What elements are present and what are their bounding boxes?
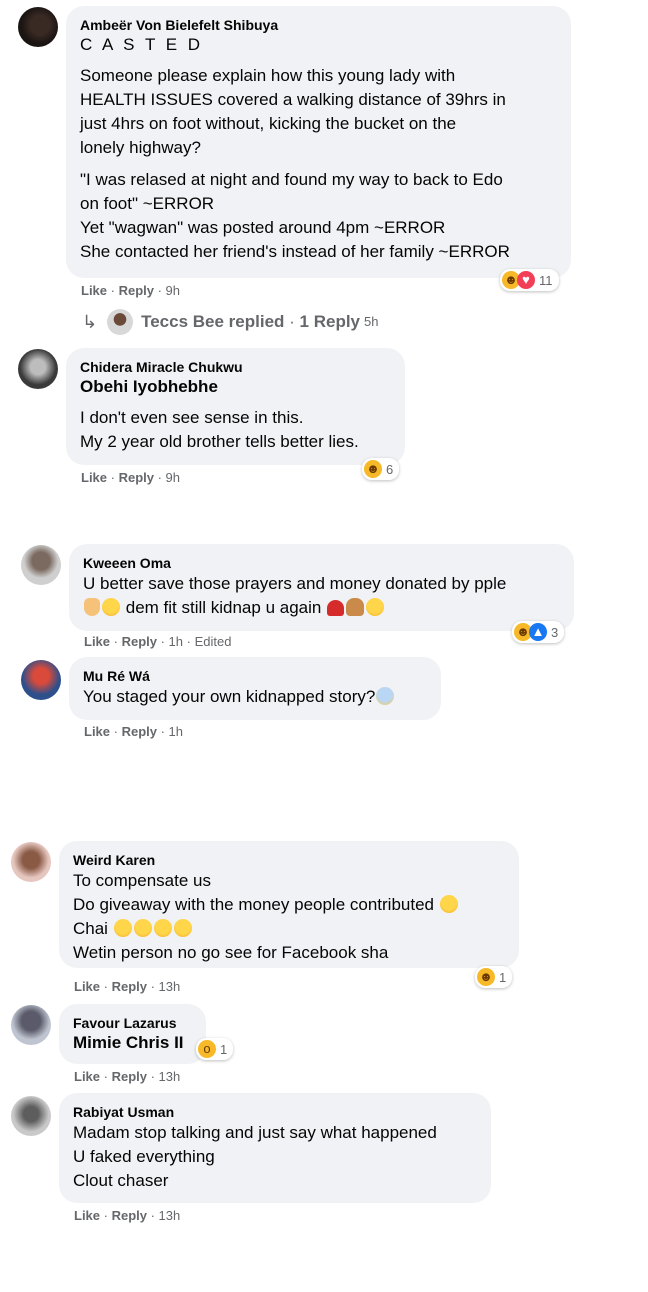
comment-actions: Like · Reply · 9h (81, 470, 181, 485)
like-button[interactable]: Like (74, 1208, 100, 1223)
reply-button[interactable]: Reply (112, 979, 147, 994)
comment-text: To compensate us (73, 871, 211, 890)
reaction-count: 3 (551, 624, 559, 640)
edited-label[interactable]: Edited (195, 634, 232, 649)
laughing-emoji-icon (102, 598, 120, 616)
like-button[interactable]: Like (74, 979, 100, 994)
comment-time[interactable]: 1h (169, 634, 183, 649)
reply-button[interactable]: Reply (122, 634, 157, 649)
reply-button[interactable]: Reply (112, 1069, 147, 1084)
comment-text: You staged your own kidnapped story? (83, 685, 429, 709)
avatar[interactable] (18, 7, 58, 47)
comment-text: Chai (73, 917, 507, 941)
comment-time[interactable]: 9h (166, 283, 180, 298)
reply-arrow-icon: ↳ (82, 312, 98, 332)
reply-button[interactable]: Reply (112, 1208, 147, 1223)
person-emoji-icon (346, 598, 365, 616)
reply-button[interactable]: Reply (119, 470, 154, 485)
reaction-summary[interactable]: ☻ 6 (362, 458, 400, 480)
comment-text: U better save those prayers and money do… (83, 574, 507, 593)
tagged-name[interactable]: Obehi Iyobhebhe (80, 376, 393, 398)
comment-actions: Like · Reply · 9h (81, 283, 181, 298)
comment-bubble: Mu Ré Wá You staged your own kidnapped s… (69, 657, 441, 720)
comment-author[interactable]: Favour Lazarus (73, 1014, 194, 1032)
avatar (107, 309, 134, 335)
reaction-summary[interactable]: ☻ ▲ 3 (512, 621, 565, 643)
comment-bubble: Chidera Miracle Chukwu Obehi Iyobhebhe I… (66, 348, 405, 465)
comment-actions: Like · Reply · 1h · Edited (84, 634, 232, 649)
comment-bubble: Favour Lazarus Mimie Chris II (59, 1004, 206, 1064)
comment-bubble: Ambeër Von Bielefelt Shibuya C A S T E D… (66, 6, 571, 278)
laughing-emoji-icon (153, 919, 172, 937)
comment-bubble: Weird Karen To compensate us Do giveaway… (59, 841, 519, 968)
like-button[interactable]: Like (84, 724, 110, 739)
reply-time: 5h (364, 314, 379, 329)
reaction-summary[interactable]: ☻ ♥ 11 (500, 269, 559, 291)
laughing-emoji-icon (113, 919, 132, 937)
haha-reaction-icon: ☻ (477, 968, 495, 986)
ok-hand-emoji-icon (84, 598, 100, 616)
reaction-summary[interactable]: o 1 (196, 1038, 234, 1060)
avatar[interactable] (11, 1005, 51, 1045)
scream-emoji-icon (376, 687, 395, 705)
comment-text: I don't even see sense in this. My 2 yea… (80, 408, 359, 451)
comment-author[interactable]: Kweeen Oma (83, 554, 562, 572)
comment-author[interactable]: Rabiyat Usman (73, 1103, 479, 1121)
avatar[interactable] (21, 660, 61, 700)
comment-author[interactable]: Chidera Miracle Chukwu (80, 358, 393, 376)
replied-name: Teccs Bee replied (141, 312, 285, 331)
comment-time[interactable]: 9h (166, 470, 180, 485)
comment-text: U faked everything (73, 1147, 215, 1166)
replies-link[interactable]: ↳ Teccs Bee replied · 1 Reply 5h (82, 309, 378, 335)
reaction-count: 11 (539, 272, 553, 288)
comment-actions: Like · Reply · 13h (74, 1208, 181, 1223)
like-button[interactable]: Like (81, 283, 107, 298)
reply-button[interactable]: Reply (122, 724, 157, 739)
like-button[interactable]: Like (74, 1069, 100, 1084)
haha-reaction-icon: ☻ (364, 460, 382, 478)
love-reaction-icon: ♥ (517, 271, 535, 289)
tagged-name[interactable]: Mimie Chris II (73, 1032, 194, 1054)
comment-actions: Like · Reply · 13h (74, 979, 181, 994)
reply-count: 1 Reply (299, 312, 361, 331)
reaction-summary[interactable]: ☻ 1 (475, 966, 513, 988)
avatar[interactable] (18, 349, 58, 389)
reaction-count: 1 (220, 1041, 228, 1057)
comment-time[interactable]: 13h (159, 1208, 181, 1223)
grin-sweat-emoji-icon (366, 598, 385, 616)
tagged-name[interactable]: C A S T E D (80, 34, 559, 56)
comment-bubble: Rabiyat Usman Madam stop talking and jus… (59, 1093, 491, 1203)
avatar[interactable] (21, 545, 61, 585)
like-button[interactable]: Like (81, 470, 107, 485)
comment-text: dem fit still kidnap u again (83, 596, 562, 620)
comment-actions: Like · Reply · 13h (74, 1069, 181, 1084)
reaction-count: 1 (499, 969, 507, 985)
avatar[interactable] (11, 1096, 51, 1136)
comment-author[interactable]: Mu Ré Wá (83, 667, 429, 685)
comment-text: Wetin person no go see for Facebook sha (73, 943, 389, 962)
comment-text: Madam stop talking and just say what hap… (73, 1123, 437, 1142)
comment-text: "I was relased at night and found my way… (80, 170, 510, 261)
smirk-emoji-icon (439, 895, 458, 913)
laughing-emoji-icon (173, 919, 192, 937)
comment-bubble: Kweeen Oma U better save those prayers a… (69, 544, 574, 631)
comment-text: Someone please explain how this young la… (80, 66, 506, 157)
comment-text: Clout chaser (73, 1171, 169, 1190)
comment-author[interactable]: Weird Karen (73, 851, 507, 869)
comment-author[interactable]: Ambeër Von Bielefelt Shibuya (80, 16, 559, 34)
like-button[interactable]: Like (84, 634, 110, 649)
reply-button[interactable]: Reply (119, 283, 154, 298)
wow-reaction-icon: o (198, 1040, 216, 1058)
broken-heart-emoji-icon (327, 600, 345, 616)
comment-time[interactable]: 1h (169, 724, 183, 739)
like-reaction-icon: ▲ (529, 623, 547, 641)
comment-time[interactable]: 13h (159, 979, 181, 994)
comment-actions: Like · Reply · 1h (84, 724, 184, 739)
reaction-count: 6 (386, 461, 394, 477)
laughing-emoji-icon (133, 919, 152, 937)
comment-time[interactable]: 13h (159, 1069, 181, 1084)
comment-text: Do giveaway with the money people contri… (73, 893, 507, 917)
avatar[interactable] (11, 842, 51, 882)
